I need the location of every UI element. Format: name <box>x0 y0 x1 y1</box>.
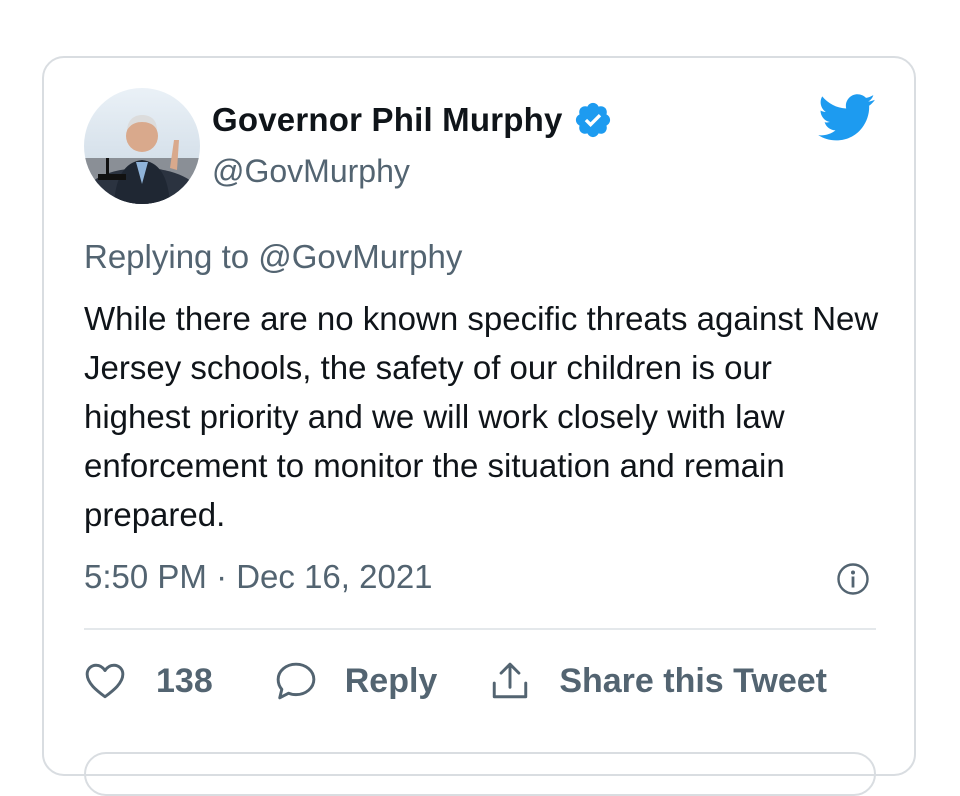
read-replies-button[interactable] <box>84 752 876 796</box>
author-handle[interactable]: @GovMurphy <box>212 153 410 190</box>
avatar-photo <box>84 88 200 204</box>
like-count: 138 <box>156 661 213 700</box>
heart-icon <box>84 662 126 700</box>
tweet-actions-bar: 138 Reply Share this Tweet <box>84 654 876 708</box>
reply-context-prefix: Replying to <box>84 238 259 275</box>
speech-bubble-icon <box>275 661 317 701</box>
divider <box>84 628 876 630</box>
reply-label: Reply <box>344 661 438 700</box>
info-icon[interactable] <box>836 562 870 596</box>
share-label: Share this Tweet <box>559 661 827 700</box>
tweet-card[interactable]: Governor Phil Murphy @GovMurphy Replying… <box>42 56 916 796</box>
share-arrow-icon <box>489 660 531 702</box>
tweet-text: While there are no known specific threat… <box>84 300 879 533</box>
reply-mention-link[interactable]: @GovMurphy <box>258 238 462 275</box>
avatar[interactable] <box>84 88 200 204</box>
tweet-timestamp[interactable]: 5:50 PM · Dec 16, 2021 <box>84 558 433 596</box>
reply-context: Replying to @GovMurphy <box>84 238 462 276</box>
author-display-name[interactable]: Governor Phil Murphy <box>212 100 613 140</box>
verified-badge-icon <box>573 100 613 140</box>
twitter-bird-icon[interactable] <box>818 94 876 142</box>
like-button[interactable]: 138 <box>84 662 213 701</box>
author-name-text: Governor Phil Murphy <box>212 101 563 138</box>
reply-button[interactable]: Reply <box>275 661 438 701</box>
share-button[interactable]: Share this Tweet <box>489 660 827 702</box>
